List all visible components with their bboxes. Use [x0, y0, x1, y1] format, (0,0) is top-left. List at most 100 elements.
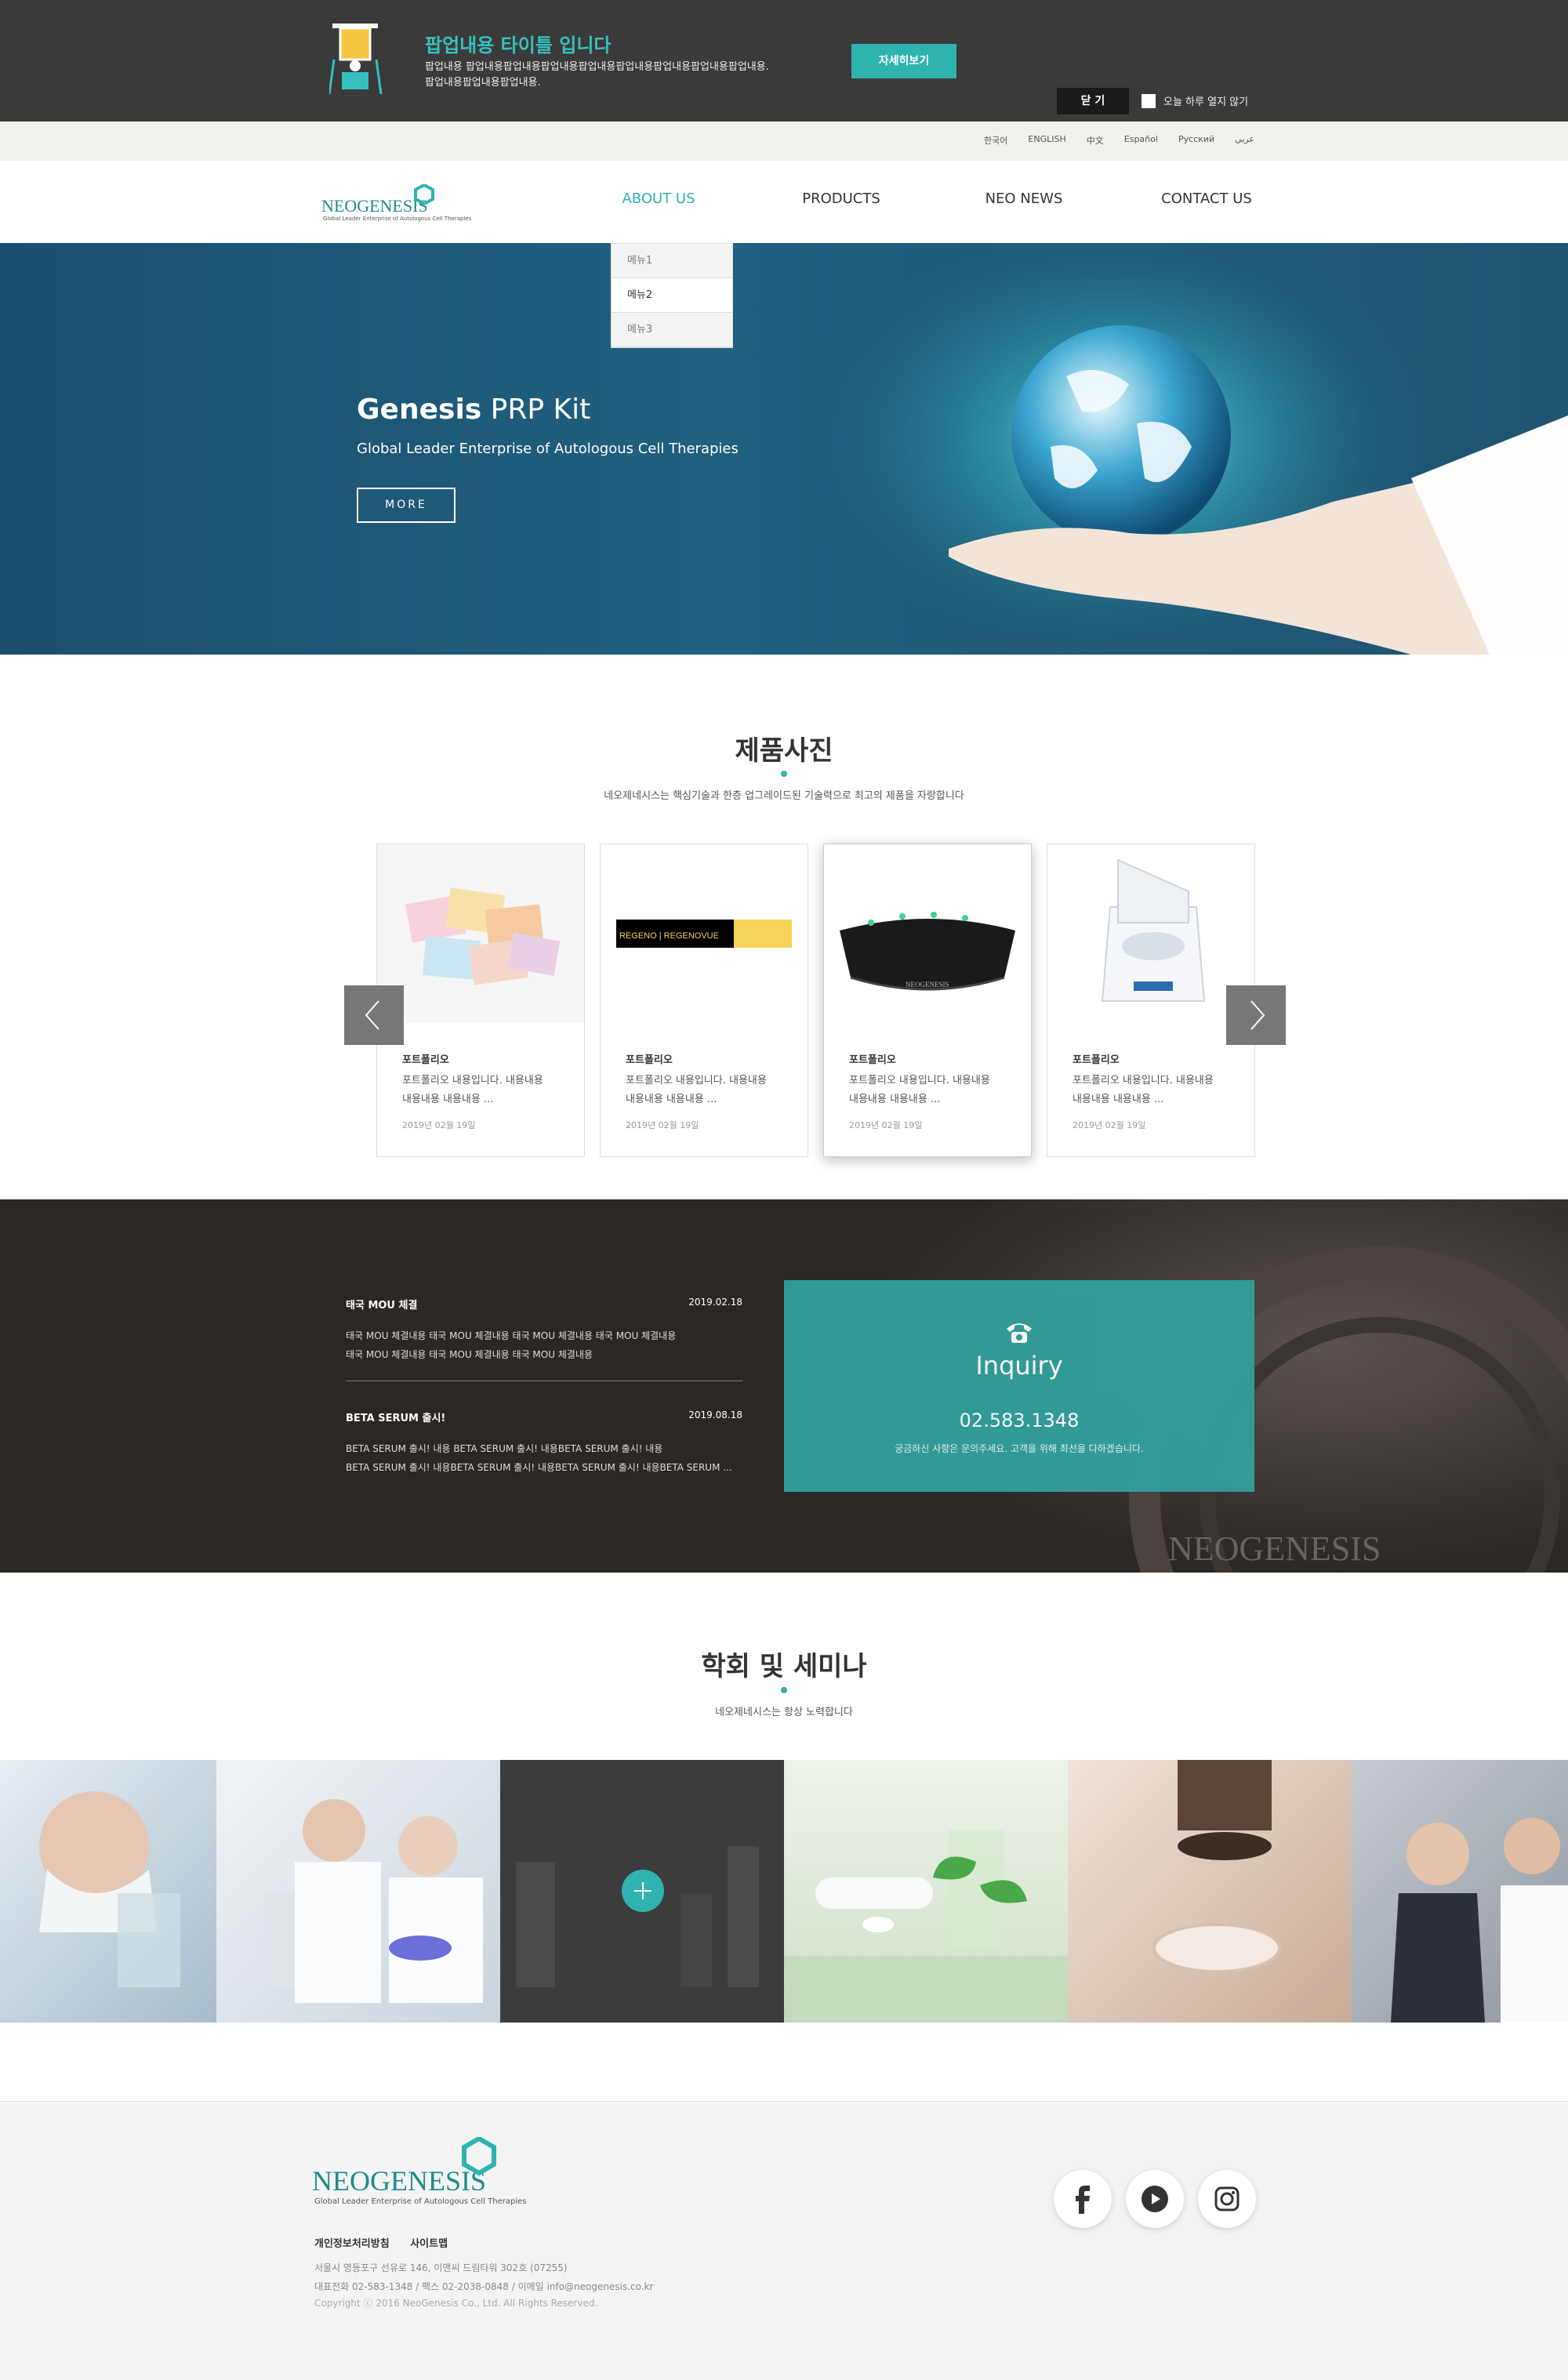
popup-description: 팝업내용 팝업내용팝업내용팝업내용팝업내용팝업내용팝업내용팝업내용팝업내용. 팝…	[425, 60, 833, 91]
hero-banner: Genesis PRP Kit Global Leader Enterprise…	[0, 243, 1568, 655]
product-card[interactable]: NEOGENESIS 포트폴리오 포트폴리오 내용입니다. 내용내용내용내용 내…	[823, 844, 1032, 1157]
card-desc-line: 포트폴리오 내용입니다. 내용내용	[849, 1075, 990, 1087]
plus-icon	[634, 1882, 652, 1899]
product-image-regenovue: REGENO | REGENOVUE	[601, 844, 808, 1023]
news-watermark: NEOGENESIS	[1168, 1529, 1381, 1568]
lang-korean[interactable]: 한국어	[984, 134, 1007, 147]
language-bar: 한국어 ENGLISH 中文 Español Русский عربي	[0, 122, 1568, 161]
dont-show-checkbox[interactable]	[1142, 94, 1156, 108]
facebook-button[interactable]	[1054, 2170, 1112, 2228]
news-item[interactable]: BETA SERUM 출시! 2019.08.18 BETA SERUM 출시!…	[346, 1409, 742, 1494]
card-desc-line: 내용내용 내용내용 ...	[849, 1094, 941, 1105]
lang-spanish[interactable]: Español	[1124, 134, 1158, 147]
site-footer: NEOGENESIS Global Leader Enterprise of A…	[0, 2101, 1568, 2380]
card-description: 포트폴리오 내용입니다. 내용내용 내용내용 내용내용 ...	[1073, 1072, 1229, 1109]
hero-title-bold: Genesis	[357, 394, 482, 426]
carousel-prev-button[interactable]	[344, 985, 404, 1045]
card-product-label: REGENO | REGENOVUE	[619, 931, 719, 941]
news-body-line: BETA SERUM 출시! 내용 BETA SERUM 출시! 내용BETA …	[346, 1443, 663, 1454]
dont-show-label[interactable]: 오늘 하루 열지 않기	[1163, 93, 1248, 108]
logo-tagline: Global Leader Enterprise of Autologous C…	[323, 216, 472, 222]
popup-title: 팝업내용 타이틀 입니다	[425, 34, 612, 56]
gallery-image[interactable]	[0, 1760, 216, 2023]
seminar-title: 학회 및 세미나	[701, 1651, 867, 1682]
nav-products[interactable]: PRODUCTS	[763, 190, 920, 207]
inquiry-box[interactable]: Inquiry 02.583.1348 궁금하신 사항은 문의주세요. 고객을 …	[784, 1280, 1254, 1492]
lang-arabic[interactable]: عربي	[1235, 134, 1254, 147]
title-dot	[781, 771, 787, 777]
card-date: 2019년 02월 19일	[626, 1120, 699, 1130]
product-card[interactable]: 포트폴리오 포트폴리오 내용입니다. 내용내용 내용내용 내용내용 ... 201…	[376, 844, 585, 1157]
nav-about-us[interactable]: ABOUT US	[580, 190, 737, 207]
news-date: 2019.02.18	[688, 1297, 742, 1308]
youtube-button[interactable]	[1126, 2170, 1184, 2228]
chevron-right-icon	[1250, 1000, 1265, 1030]
dropdown-item-menu2[interactable]: 메뉴2	[612, 278, 732, 313]
card-desc-line: 내용내용 내용내용 ...	[1073, 1094, 1164, 1105]
gallery-plus-button[interactable]	[622, 1870, 664, 1912]
phone-icon	[1007, 1323, 1032, 1343]
card-title: 포트폴리오	[849, 1054, 896, 1066]
dropdown-item-menu1[interactable]: 메뉴1	[612, 244, 732, 278]
instagram-icon	[1214, 2186, 1240, 2211]
about-us-dropdown: 메뉴1 메뉴2 메뉴3	[611, 243, 733, 348]
lang-english[interactable]: ENGLISH	[1028, 134, 1065, 147]
gallery-image[interactable]	[216, 1760, 500, 2023]
footer-address-line: 서울시 영등포구 선유로 146, 이앤씨 드림타워 302호 (07255)	[314, 2262, 568, 2273]
main-nav: ABOUT US PRODUCTS NEO NEWS CONTACT US	[596, 161, 1254, 243]
news-item[interactable]: 태국 MOU 체결 2019.02.18 태국 MOU 체결내용 태국 MOU …	[346, 1297, 742, 1381]
card-title: 포트폴리오	[1073, 1054, 1120, 1066]
popup-close-button[interactable]: 닫 기	[1057, 88, 1129, 114]
hero-more-button[interactable]: MORE	[357, 488, 456, 523]
card-title: 포트폴리오	[626, 1054, 673, 1066]
nav-contact-us[interactable]: CONTACT US	[1128, 190, 1285, 207]
news-body: BETA SERUM 출시! 내용 BETA SERUM 출시! 내용BETA …	[346, 1439, 742, 1477]
product-card[interactable]: 포트폴리오 포트폴리오 내용입니다. 내용내용 내용내용 내용내용 ... 201…	[1047, 844, 1255, 1157]
card-date: 2019년 02월 19일	[1073, 1120, 1146, 1130]
popup-detail-button[interactable]: 자세히보기	[851, 44, 956, 78]
carousel-next-button[interactable]	[1226, 985, 1286, 1045]
lang-chinese[interactable]: 中文	[1087, 134, 1104, 147]
card-date: 2019년 02월 19일	[849, 1120, 923, 1130]
footer-address: 서울시 영등포구 선유로 146, 이앤씨 드림타워 302호 (07255) …	[314, 2258, 653, 2296]
news-body-line: BETA SERUM 출시! 내용BETA SERUM 출시! 내용BETA S…	[346, 1462, 732, 1473]
footer-links: 개인정보처리방침 사이트맵	[314, 2235, 448, 2250]
product-image-centrifuge	[1047, 844, 1254, 1023]
popup-banner: 팝업내용 타이틀 입니다 팝업내용 팝업내용팝업내용팝업내용팝업내용팝업내용팝업…	[0, 0, 1568, 122]
hero-title-rest: PRP Kit	[481, 394, 591, 426]
seminar-subtitle: 네오제네시스는 항상 노력합니다	[715, 1707, 853, 1718]
nav-neo-news[interactable]: NEO NEWS	[946, 190, 1102, 207]
product-image-rack: NEOGENESIS	[824, 844, 1031, 1023]
product-box-icon	[329, 24, 383, 95]
card-date: 2019년 02월 19일	[402, 1120, 476, 1130]
dropdown-item-menu3[interactable]: 메뉴3	[612, 313, 732, 347]
footer-link-privacy[interactable]: 개인정보처리방침	[314, 2238, 390, 2250]
lang-russian[interactable]: Русский	[1178, 134, 1214, 147]
card-description: 포트폴리오 내용입니다. 내용내용 내용내용 내용내용 ...	[402, 1072, 559, 1109]
gallery-image-hover[interactable]	[500, 1760, 784, 2023]
footer-logo-text: NEOGENESIS	[312, 2165, 486, 2197]
card-desc-line: 포트폴리오 내용입니다. 내용내용	[626, 1075, 767, 1087]
gallery-image[interactable]	[784, 1760, 1068, 2023]
inquiry-description: 궁금하신 사항은 문의주세요. 고객을 위해 최선을 다하겠습니다.	[895, 1443, 1144, 1454]
inquiry-title: Inquiry	[975, 1351, 1063, 1380]
site-header: NEOGENESIS Global Leader Enterprise of A…	[0, 161, 1568, 243]
gallery-image[interactable]	[1068, 1760, 1352, 2023]
logo-hexagon-icon	[414, 184, 434, 205]
logo-text: NEOGENESIS	[321, 196, 428, 216]
footer-logo-tagline: Global Leader Enterprise of Autologous C…	[314, 2197, 527, 2206]
gallery-image[interactable]	[1352, 1760, 1568, 2023]
card-desc-line: 내용내용 내용내용 ...	[626, 1094, 717, 1105]
footer-link-sitemap[interactable]: 사이트맵	[410, 2238, 448, 2250]
product-card[interactable]: REGENO | REGENOVUE 포트폴리오 포트폴리오 내용입니다. 내용…	[600, 844, 808, 1157]
news-title: 태국 MOU 체결	[346, 1300, 418, 1312]
card-desc-line: 포트폴리오 내용입니다. 내용내용	[402, 1075, 543, 1087]
popup-desc-line: 팝업내용팝업내용팝업내용.	[425, 77, 541, 89]
inquiry-phone: 02.583.1348	[959, 1409, 1080, 1431]
card-description: 포트폴리오 내용입니다. 내용내용내용내용 내용내용 ...	[626, 1072, 782, 1109]
card-title: 포트폴리오	[402, 1054, 449, 1066]
youtube-icon	[1142, 2186, 1168, 2212]
card-description: 포트폴리오 내용입니다. 내용내용내용내용 내용내용 ...	[849, 1072, 1006, 1109]
instagram-button[interactable]	[1198, 2170, 1256, 2228]
news-body: 태국 MOU 체결내용 태국 MOU 체결내용 태국 MOU 체결내용 태국 M…	[346, 1326, 742, 1364]
